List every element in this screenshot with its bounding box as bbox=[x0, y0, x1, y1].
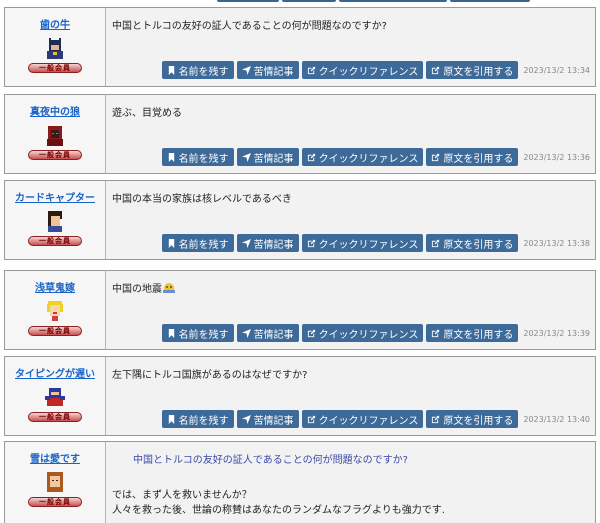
post-body: 遊ぶ、目覚める 名前を残す 苦情記事 クイックリファレンス 原文を引用する 20… bbox=[106, 95, 595, 173]
post: カードキャプター 一般会員 中国の本当の家族は核レベルであるべき 名前を残す 苦… bbox=[4, 180, 596, 260]
ninja-avatar-icon[interactable] bbox=[44, 386, 66, 408]
blonde-avatar-icon[interactable] bbox=[44, 300, 66, 322]
post-timestamp: 2023/13/2 13:39 bbox=[523, 328, 590, 338]
post-body: 中国とトルコの友好の証人であることの何が問題なのですか? 名前を残す 苦情記事 … bbox=[106, 8, 595, 86]
dark-haired-avatar-icon[interactable] bbox=[44, 210, 66, 232]
masked-hero-avatar-icon[interactable] bbox=[44, 37, 66, 59]
post-timestamp: 2023/13/2 13:40 bbox=[523, 414, 590, 424]
send-icon bbox=[241, 328, 251, 338]
post-body: 左下隅にトルコ国旗があるのはなぜですか? 名前を残す 苦情記事 クイックリファレ… bbox=[106, 357, 595, 435]
username-link[interactable]: 歯の牛 bbox=[5, 16, 105, 31]
username-link[interactable]: カードキャプター bbox=[5, 189, 105, 204]
quick-reference-button[interactable]: クイックリファレンス bbox=[301, 324, 424, 342]
quote-original-button[interactable]: 原文を引用する bbox=[426, 61, 519, 79]
post-timestamp: 2023/13/2 13:36 bbox=[523, 152, 590, 162]
send-icon bbox=[241, 65, 251, 75]
emoji-icon bbox=[163, 283, 175, 293]
external-link-icon bbox=[307, 153, 315, 161]
post-message: 左下隅にトルコ国旗があるのはなぜですか? bbox=[112, 370, 308, 381]
post-actions: 名前を残す 苦情記事 クイックリファレンス 原文を引用する 2023/13/2 … bbox=[161, 61, 590, 79]
leave-name-button[interactable]: 名前を残す bbox=[161, 324, 234, 342]
post: 雪は愛です 一般会員 中国とトルコの友好の証人であることの何が問題なのですか? … bbox=[4, 441, 596, 523]
member-badge: 一般会員 bbox=[28, 497, 82, 507]
complaint-button[interactable]: 苦情記事 bbox=[236, 410, 299, 428]
post-body: 中国の本当の家族は核レベルであるべき 名前を残す 苦情記事 クイックリファレンス… bbox=[106, 181, 595, 259]
bookmark-icon bbox=[168, 65, 174, 75]
external-link-icon bbox=[307, 66, 315, 74]
member-badge: 一般会員 bbox=[28, 412, 82, 422]
send-icon bbox=[241, 152, 251, 162]
post-message: 中国の本当の家族は核レベルであるべき bbox=[112, 194, 292, 205]
post-author-panel: 真夜中の狼 一般会員 bbox=[5, 95, 106, 173]
post-author-panel: カードキャプター 一般会員 bbox=[5, 181, 106, 259]
member-badge: 一般会員 bbox=[28, 326, 82, 336]
username-link[interactable]: 真夜中の狼 bbox=[5, 103, 105, 118]
post-body: 中国の地震 名前を残す 苦情記事 クイックリファレンス 原文を引用する 2023… bbox=[106, 271, 595, 349]
external-link-icon bbox=[432, 239, 440, 247]
send-icon bbox=[241, 238, 251, 248]
post-actions: 名前を残す 苦情記事 クイックリファレンス 原文を引用する 2023/13/2 … bbox=[161, 148, 590, 166]
leave-name-button[interactable]: 名前を残す bbox=[161, 148, 234, 166]
post-timestamp: 2023/13/2 13:34 bbox=[523, 65, 590, 75]
quoted-text: 中国とトルコの友好の証人であることの何が問題なのですか? bbox=[133, 455, 408, 466]
post-body: 中国とトルコの友好の証人であることの何が問題なのですか? では、まず人を救いませ… bbox=[106, 442, 595, 523]
username-link[interactable]: 雪は愛です bbox=[5, 450, 105, 465]
post-message: 中国とトルコの友好の証人であることの何が問題なのですか? bbox=[112, 21, 387, 32]
quote-original-button[interactable]: 原文を引用する bbox=[426, 148, 519, 166]
external-link-icon bbox=[307, 239, 315, 247]
quote-original-button[interactable]: 原文を引用する bbox=[426, 324, 519, 342]
post: 浅草鬼嫁 一般会員 中国の地震 名前を残す 苦情記事 クイックリファレンス 原文… bbox=[4, 270, 596, 350]
post-actions: 名前を残す 苦情記事 クイックリファレンス 原文を引用する 2023/13/2 … bbox=[161, 324, 590, 342]
post-message: 中国の地震 bbox=[112, 280, 176, 295]
complaint-button[interactable]: 苦情記事 bbox=[236, 61, 299, 79]
previous-post-actions-clipped bbox=[4, 0, 596, 4]
external-link-icon bbox=[307, 329, 315, 337]
quick-reference-button[interactable]: クイックリファレンス bbox=[301, 410, 424, 428]
red-haired-avatar-icon[interactable] bbox=[44, 124, 66, 146]
quick-reference-button[interactable]: クイックリファレンス bbox=[301, 61, 424, 79]
post-message: 遊ぶ、目覚める bbox=[112, 108, 182, 119]
complaint-button[interactable]: 苦情記事 bbox=[236, 234, 299, 252]
post-actions: 名前を残す 苦情記事 クイックリファレンス 原文を引用する 2023/13/2 … bbox=[161, 410, 590, 428]
post: タイピングが遅い 一般会員 左下隅にトルコ国旗があるのはなぜですか? 名前を残す… bbox=[4, 356, 596, 436]
post: 真夜中の狼 一般会員 遊ぶ、目覚める 名前を残す 苦情記事 クイックリファレンス… bbox=[4, 94, 596, 174]
post-actions: 名前を残す 苦情記事 クイックリファレンス 原文を引用する 2023/13/2 … bbox=[161, 234, 590, 252]
username-link[interactable]: 浅草鬼嫁 bbox=[5, 279, 105, 294]
bookmark-icon bbox=[168, 238, 174, 248]
external-link-icon bbox=[432, 153, 440, 161]
external-link-icon bbox=[307, 415, 315, 423]
brown-haired-avatar-icon[interactable] bbox=[44, 471, 66, 493]
member-badge: 一般会員 bbox=[28, 150, 82, 160]
quick-reference-button[interactable]: クイックリファレンス bbox=[301, 234, 424, 252]
post-author-panel: 浅草鬼嫁 一般会員 bbox=[5, 271, 106, 349]
external-link-icon bbox=[432, 66, 440, 74]
post-message-line: では、まず人を救いませんか？ bbox=[112, 490, 252, 501]
bookmark-icon bbox=[168, 152, 174, 162]
post-author-panel: 歯の牛 一般会員 bbox=[5, 8, 106, 86]
post-timestamp: 2023/13/2 13:38 bbox=[523, 238, 590, 248]
bookmark-icon bbox=[168, 328, 174, 338]
leave-name-button[interactable]: 名前を残す bbox=[161, 410, 234, 428]
quote-original-button[interactable]: 原文を引用する bbox=[426, 410, 519, 428]
post-author-panel: タイピングが遅い 一般会員 bbox=[5, 357, 106, 435]
bookmark-icon bbox=[168, 414, 174, 424]
post-author-panel: 雪は愛です 一般会員 bbox=[5, 442, 106, 523]
quote-original-button[interactable]: 原文を引用する bbox=[426, 234, 519, 252]
external-link-icon bbox=[432, 329, 440, 337]
external-link-icon bbox=[432, 415, 440, 423]
send-icon bbox=[241, 414, 251, 424]
complaint-button[interactable]: 苦情記事 bbox=[236, 324, 299, 342]
post: 歯の牛 一般会員 中国とトルコの友好の証人であることの何が問題なのですか? 名前… bbox=[4, 7, 596, 87]
post-message-line: 人々を救った後、世論の称賛はあなたのランダムなフラグよりも強力です. bbox=[112, 505, 445, 516]
leave-name-button[interactable]: 名前を残す bbox=[161, 234, 234, 252]
member-badge: 一般会員 bbox=[28, 63, 82, 73]
leave-name-button[interactable]: 名前を残す bbox=[161, 61, 234, 79]
member-badge: 一般会員 bbox=[28, 236, 82, 246]
username-link[interactable]: タイピングが遅い bbox=[5, 365, 105, 380]
complaint-button[interactable]: 苦情記事 bbox=[236, 148, 299, 166]
quick-reference-button[interactable]: クイックリファレンス bbox=[301, 148, 424, 166]
